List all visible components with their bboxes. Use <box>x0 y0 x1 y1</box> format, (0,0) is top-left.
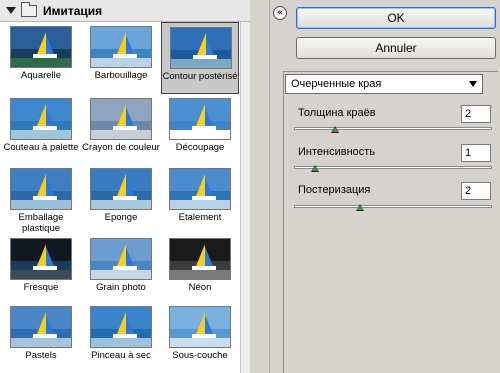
expand-triangle-icon[interactable] <box>6 7 16 14</box>
posterization-slider-knob[interactable] <box>356 204 365 211</box>
filter-preview-image <box>169 306 231 348</box>
filter-preview-image <box>169 238 231 280</box>
filter-thumbnail-label: Aquarelle <box>20 70 62 81</box>
filter-thumbnail-label: Eponge <box>104 212 138 223</box>
filter-thumbnail-label: Sous-couche <box>172 350 228 361</box>
filter-dropdown[interactable]: Очерченные края <box>285 74 483 94</box>
edge-width-slider-knob[interactable] <box>330 126 339 133</box>
filter-preview-image <box>10 26 72 68</box>
filter-preview-image <box>90 168 152 210</box>
filter-thumbnail[interactable]: Sous-couche <box>161 302 239 373</box>
param-label-intensity: Интенсивность <box>298 146 376 158</box>
intensity-input[interactable]: 1 <box>461 144 491 162</box>
filter-thumbnail-label: Barbouillage <box>94 70 148 81</box>
filter-thumbnail-label: Emballage plastique <box>18 212 64 234</box>
filter-thumbnail[interactable]: Etalement <box>161 164 239 236</box>
filter-thumbnail-label: Néon <box>188 282 212 293</box>
filter-thumbnail[interactable]: Fresque <box>2 234 80 306</box>
filter-thumbnail[interactable]: Découpage <box>161 94 239 166</box>
chevron-down-icon <box>469 81 477 87</box>
filter-thumbnail[interactable]: Eponge <box>82 164 160 236</box>
filter-preview-image <box>90 306 152 348</box>
filter-thumbnail[interactable]: Pastels <box>2 302 80 373</box>
filter-thumbnail[interactable]: Crayon de couleur <box>82 94 160 166</box>
filter-thumbnail-label: Contour postérisé <box>162 71 238 82</box>
gallery-scrollbar[interactable] <box>240 22 250 373</box>
ok-button[interactable]: OK <box>296 7 496 29</box>
param-label-edge-width: Толщина краёв <box>298 107 376 119</box>
filter-thumbnail-label: Grain photo <box>96 282 146 293</box>
thumbnail-grid: Aquarelle Barbouillage Contour postérisé Co… <box>0 22 240 373</box>
filter-thumbnail-label: Couteau à palette <box>3 142 79 153</box>
filter-preview-image <box>170 27 232 69</box>
edge-width-input[interactable]: 2 <box>461 105 491 123</box>
filter-preview-image <box>169 98 231 140</box>
filter-preview-image <box>10 306 72 348</box>
posterization-input[interactable]: 2 <box>461 182 491 200</box>
filter-gallery: Имитация Aquarelle Barbouillage Contour po… <box>0 0 250 373</box>
filter-thumbnail-label: Etalement <box>178 212 222 223</box>
folder-icon <box>21 1 37 17</box>
filter-thumbnail[interactable]: Néon <box>161 234 239 306</box>
filter-preview-image <box>10 98 72 140</box>
panel-divider <box>258 0 270 373</box>
filter-thumbnail-label: Fresque <box>23 282 59 293</box>
posterization-slider[interactable] <box>294 204 492 211</box>
filter-preview-image <box>90 98 152 140</box>
intensity-slider-knob[interactable] <box>310 165 319 172</box>
intensity-slider[interactable] <box>294 165 492 172</box>
filter-preview-image <box>10 238 72 280</box>
filter-thumbnail[interactable]: Barbouillage <box>82 22 160 94</box>
filter-preview-image <box>10 168 72 210</box>
filter-thumbnail-label: Pastels <box>25 350 57 361</box>
filter-preview-image <box>169 168 231 210</box>
filter-thumbnail[interactable]: Emballage plastique <box>2 164 80 236</box>
filter-thumbnail-label: Découpage <box>175 142 225 153</box>
filter-preview-image <box>90 26 152 68</box>
param-label-posterization: Постеризация <box>298 184 371 196</box>
filter-thumbnail[interactable]: Pinceau à sec <box>82 302 160 373</box>
filter-thumbnail[interactable]: Couteau à palette <box>2 94 80 166</box>
filter-dropdown-value: Очерченные края <box>291 78 382 90</box>
filter-thumbnail-label: Crayon de couleur <box>82 142 160 153</box>
filter-thumbnail[interactable]: Grain photo <box>82 234 160 306</box>
filter-thumbnail-label: Pinceau à sec <box>91 350 151 361</box>
edge-width-slider[interactable] <box>294 126 492 133</box>
collapse-gallery-icon[interactable]: « <box>273 6 287 20</box>
category-header[interactable]: Имитация <box>0 0 250 22</box>
filter-thumbnail[interactable]: Contour postérisé <box>161 22 239 94</box>
cancel-button[interactable]: Annuler <box>296 37 496 59</box>
filter-preview-image <box>90 238 152 280</box>
category-title: Имитация <box>43 3 103 18</box>
filter-thumbnail[interactable]: Aquarelle <box>2 22 80 94</box>
